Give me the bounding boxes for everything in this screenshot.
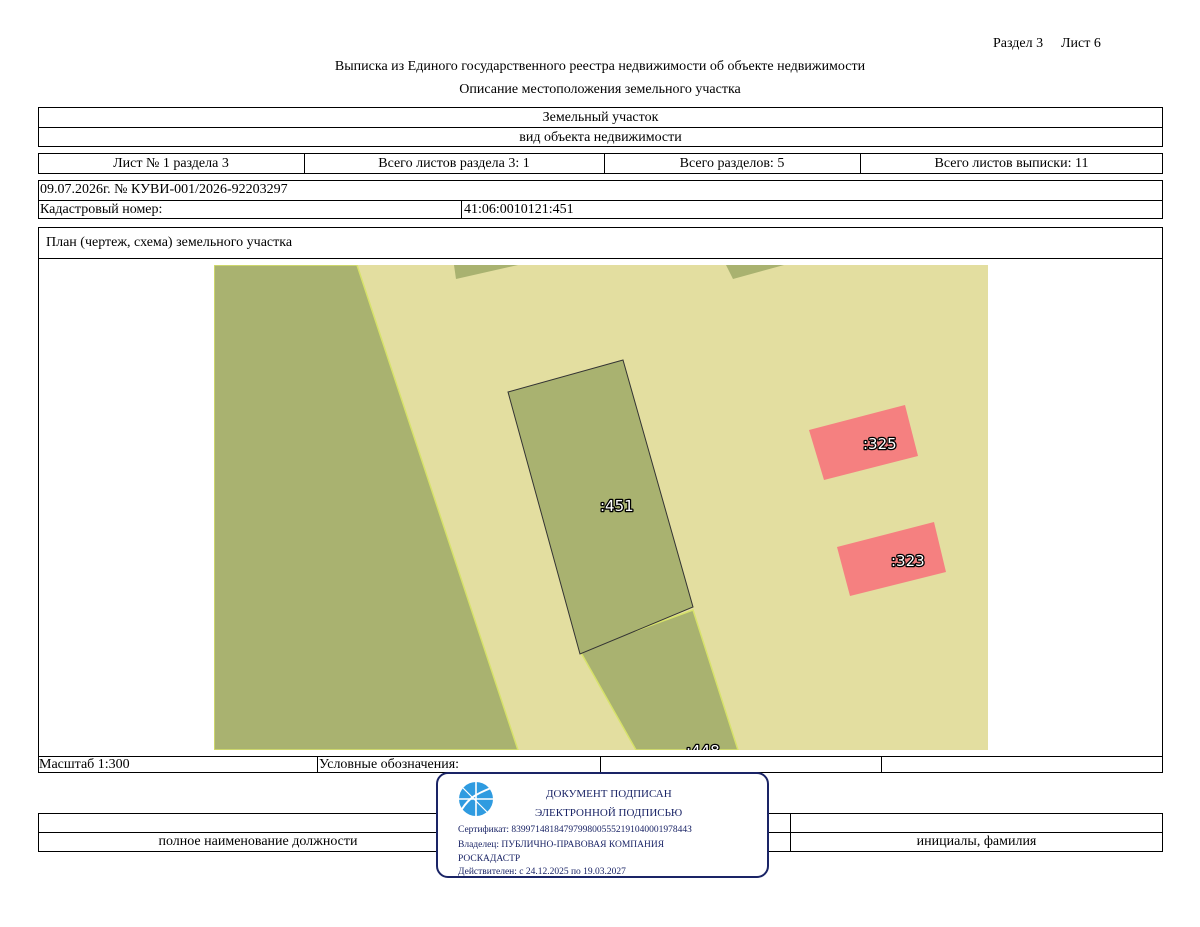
total-section-sheets: Всего листов раздела 3: 1 bbox=[378, 156, 530, 171]
position-caption: полное наименование должности bbox=[158, 834, 358, 849]
label-323: :323 bbox=[891, 552, 925, 570]
e-signature-stamp: ДОКУМЕНТ ПОДПИСАН ЭЛЕКТРОННОЙ ПОДПИСЬЮ С… bbox=[436, 772, 769, 878]
object-type-caption: вид объекта недвижимости bbox=[519, 130, 682, 145]
stamp-valid: Действителен: с 24.12.2025 по 19.03.2027 bbox=[458, 867, 626, 877]
stamp-owner1: Владелец: ПУБЛИЧНО-ПРАВОВАЯ КОМПАНИЯ bbox=[458, 840, 665, 850]
total-sections: Всего разделов: 5 bbox=[679, 156, 785, 171]
divider bbox=[600, 756, 601, 773]
divider bbox=[461, 200, 462, 219]
divider bbox=[38, 200, 1163, 201]
cadastral-label: Кадастровый номер: bbox=[40, 202, 163, 217]
divider bbox=[38, 258, 1163, 259]
document-title: Выписка из Единого государственного реес… bbox=[334, 59, 866, 74]
plan-map: :451 :325 :323 :448 bbox=[214, 265, 988, 750]
label-325: :325 bbox=[863, 435, 897, 453]
divider bbox=[38, 127, 1163, 128]
total-extract-sheets: Всего листов выписки: 11 bbox=[934, 156, 1089, 171]
divider bbox=[881, 756, 882, 773]
legend-label: Условные обозначения: bbox=[319, 757, 460, 772]
document-subtitle: Описание местоположения земельного участ… bbox=[459, 82, 741, 97]
cadastral-value: 41:06:0010121:451 bbox=[464, 202, 574, 217]
plan-heading: План (чертеж, схема) земельного участка bbox=[46, 235, 293, 250]
emblem-icon bbox=[459, 782, 493, 816]
divider bbox=[317, 756, 318, 773]
sheet-no: Лист № 1 раздела 3 bbox=[113, 156, 229, 171]
scale-label: Масштаб 1:300 bbox=[39, 757, 130, 772]
section-number: Раздел 3 bbox=[993, 36, 1044, 51]
initials-caption: инициалы, фамилия bbox=[916, 834, 1037, 849]
stamp-line1: ДОКУМЕНТ ПОДПИСАН bbox=[546, 788, 672, 800]
object-type-value: Земельный участок bbox=[542, 110, 659, 125]
date-number: 09.07.2026г. № КУВИ-001/2026-92203297 bbox=[40, 182, 288, 197]
stamp-certificate: Сертификат: 8399714818479799800555219104… bbox=[458, 825, 692, 835]
sheet-number: Лист 6 bbox=[1061, 36, 1101, 51]
label-451: :451 bbox=[600, 497, 634, 515]
stamp-owner2: РОСКАДАСТР bbox=[458, 854, 521, 864]
stamp-line2: ЭЛЕКТРОННОЙ ПОДПИСЬЮ bbox=[535, 807, 683, 819]
label-448: :448 bbox=[686, 742, 720, 750]
